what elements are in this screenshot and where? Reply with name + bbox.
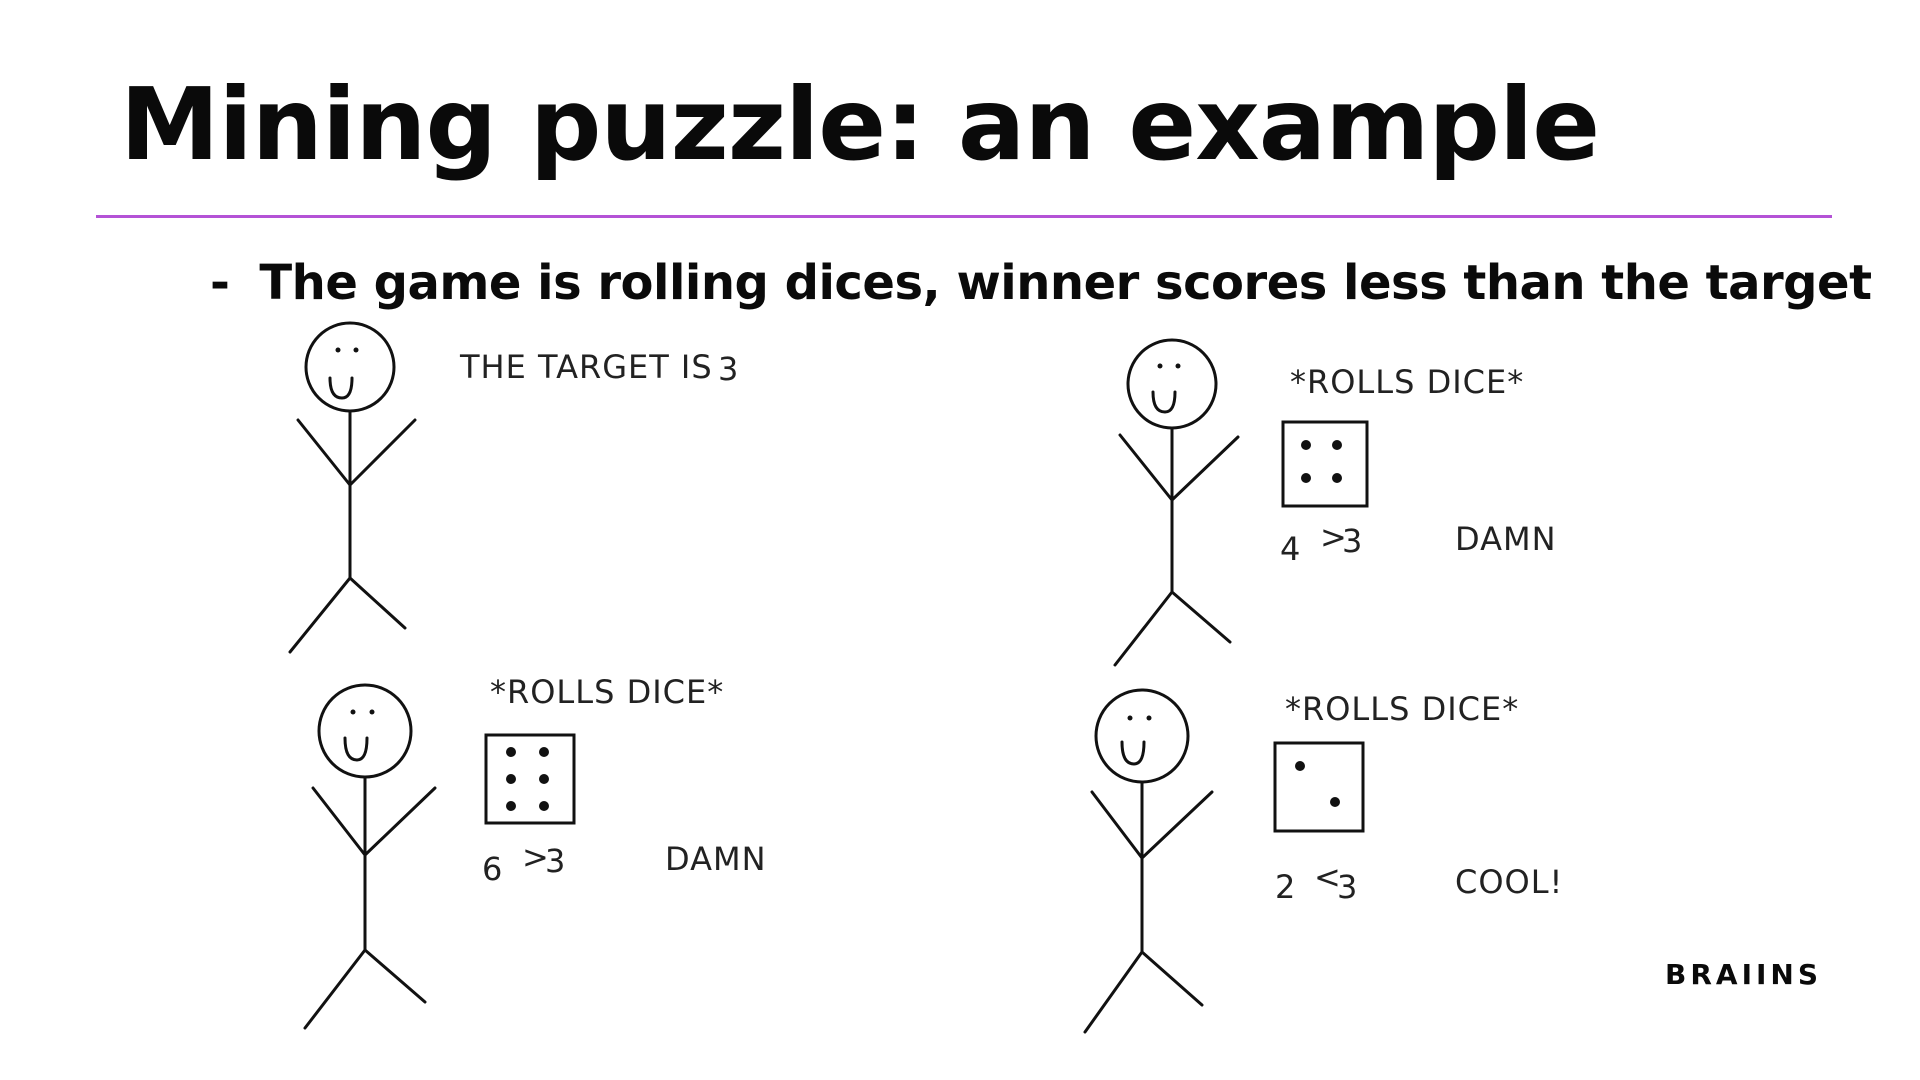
stick-figure-2 <box>1113 338 1240 667</box>
die-four <box>1281 420 1369 508</box>
panel4-caption: *ROLLS DICE* <box>1285 690 1519 728</box>
die-two <box>1273 741 1365 833</box>
panel2-target: 3 <box>1342 522 1363 560</box>
panel3-roll: 6 <box>482 850 503 888</box>
panel2-reaction: DAMN <box>1455 520 1557 558</box>
panel1-caption: THE TARGET IS <box>459 348 713 386</box>
panel3-target: 3 <box>545 842 566 880</box>
stick-figure-illustration: THE TARGET IS 3 *ROLLS DICE* 4 > 3 DAMN … <box>288 321 1563 1034</box>
stick-figure-3 <box>303 683 437 1030</box>
panel3-caption: *ROLLS DICE* <box>490 673 724 711</box>
panel4-target: 3 <box>1337 868 1358 906</box>
die-six <box>484 733 576 825</box>
brand-logo: BRAIINS <box>1665 958 1823 991</box>
stick-figure-4 <box>1083 688 1214 1034</box>
panel2-caption: *ROLLS DICE* <box>1290 363 1524 401</box>
panel1-target: 3 <box>718 350 739 388</box>
stick-figure-1 <box>288 321 417 654</box>
panel4-roll: 2 <box>1275 868 1296 906</box>
panel4-reaction: COOL! <box>1455 863 1563 901</box>
panel3-reaction: DAMN <box>665 840 767 878</box>
panel2-roll: 4 <box>1280 530 1301 568</box>
